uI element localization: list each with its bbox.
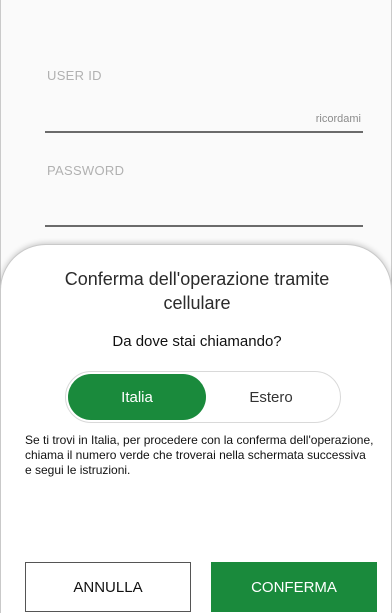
cancel-button[interactable]: ANNULLA <box>25 562 191 612</box>
segment-italia[interactable]: Italia <box>68 374 206 420</box>
info-text: Se ti trovi in Italia, per procedere con… <box>25 433 374 477</box>
sheet-title-line2: cellulare <box>163 293 231 313</box>
sheet-title-line1: Conferma dell'operazione tramite <box>64 269 330 289</box>
segment-estero[interactable]: Estero <box>202 374 340 420</box>
confirm-button[interactable]: CONFERMA <box>211 562 377 612</box>
sheet-title: Conferma dell'operazione tramite cellula… <box>1 267 392 315</box>
country-selector: Italia Estero <box>65 371 341 423</box>
confirm-bottom-sheet: Conferma dell'operazione tramite cellula… <box>0 244 392 613</box>
sheet-question: Da dove stai chiamando? <box>112 333 282 350</box>
